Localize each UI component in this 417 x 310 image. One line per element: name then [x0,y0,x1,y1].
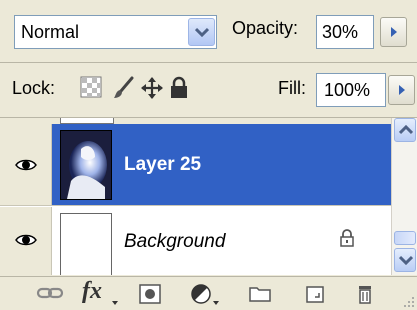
add-mask-button[interactable] [138,283,164,305]
padlock-icon [171,76,187,98]
opacity-label: Opacity: [232,18,299,38]
layer-thumbnail [60,130,112,200]
lock-position-button[interactable] [140,76,164,100]
fill-input[interactable]: 100% [316,73,386,107]
trash-icon [359,286,371,304]
blend-mode-value: Normal [21,22,80,42]
new-layer-button[interactable] [304,283,330,305]
eye-icon [15,234,37,246]
layer-name: Background [124,231,226,252]
triangle-right-icon [399,85,405,95]
triangle-right-icon [391,27,397,37]
delete-layer-button[interactable] [354,283,380,305]
lock-all-button[interactable] [168,76,192,100]
layer-name: Layer 25 [124,154,202,175]
link-layers-button[interactable] [36,283,64,305]
divider [0,62,417,63]
vertical-scrollbar[interactable] [391,118,417,275]
visibility-toggle[interactable] [0,207,52,275]
fill-value: 100% [324,80,371,100]
opacity-input[interactable]: 30% [316,15,374,49]
fill-label: Fill: [278,78,306,98]
chevron-up-icon [399,125,413,135]
chevron-down-icon [195,27,209,37]
resize-grip-icon[interactable] [403,296,415,308]
half-circle-icon [191,284,219,305]
new-page-icon [306,286,324,303]
visibility-toggle[interactable] [0,124,52,205]
triangle-down-icon [112,301,118,305]
layer-row-background[interactable]: Background [0,207,391,275]
layers-panel: Normal Opacity: 30% Lock: Fill: 100% Lay… [0,0,417,310]
eye-icon [15,159,37,171]
folder-icon [249,287,271,302]
new-group-button[interactable] [248,283,274,305]
scroll-up-button[interactable] [394,118,416,142]
opacity-value: 30% [322,22,359,42]
layer-row-layer-25[interactable]: Layer 25 [0,124,391,206]
adjustment-layer-button[interactable] [190,283,219,305]
move-arrows-icon [141,77,163,99]
lock-label: Lock: [12,78,56,98]
scroll-thumb[interactable] [394,231,416,245]
opacity-slider-button[interactable] [380,17,407,47]
scroll-down-button[interactable] [394,248,416,272]
layers-list: Layer 25 Background [0,118,391,275]
photo-thumbnail-image [61,131,111,199]
mask-icon [139,284,161,304]
fx-label: fx [82,278,102,304]
blend-mode-select[interactable]: Normal [14,15,217,49]
checker-icon [80,76,102,98]
lock-pixels-button[interactable] [112,76,136,100]
blend-opacity-row: Normal Opacity: 30% [0,0,417,62]
layers-toolbar: fx [0,276,417,310]
blend-mode-dropdown-button[interactable] [188,18,215,46]
brush-icon [114,76,134,98]
link-icon [36,287,64,299]
layer-thumbnail [60,213,112,275]
chevron-down-icon [399,255,413,265]
lock-transparency-button[interactable] [80,76,104,100]
fill-slider-button[interactable] [388,75,415,105]
padlock-icon [340,229,354,247]
